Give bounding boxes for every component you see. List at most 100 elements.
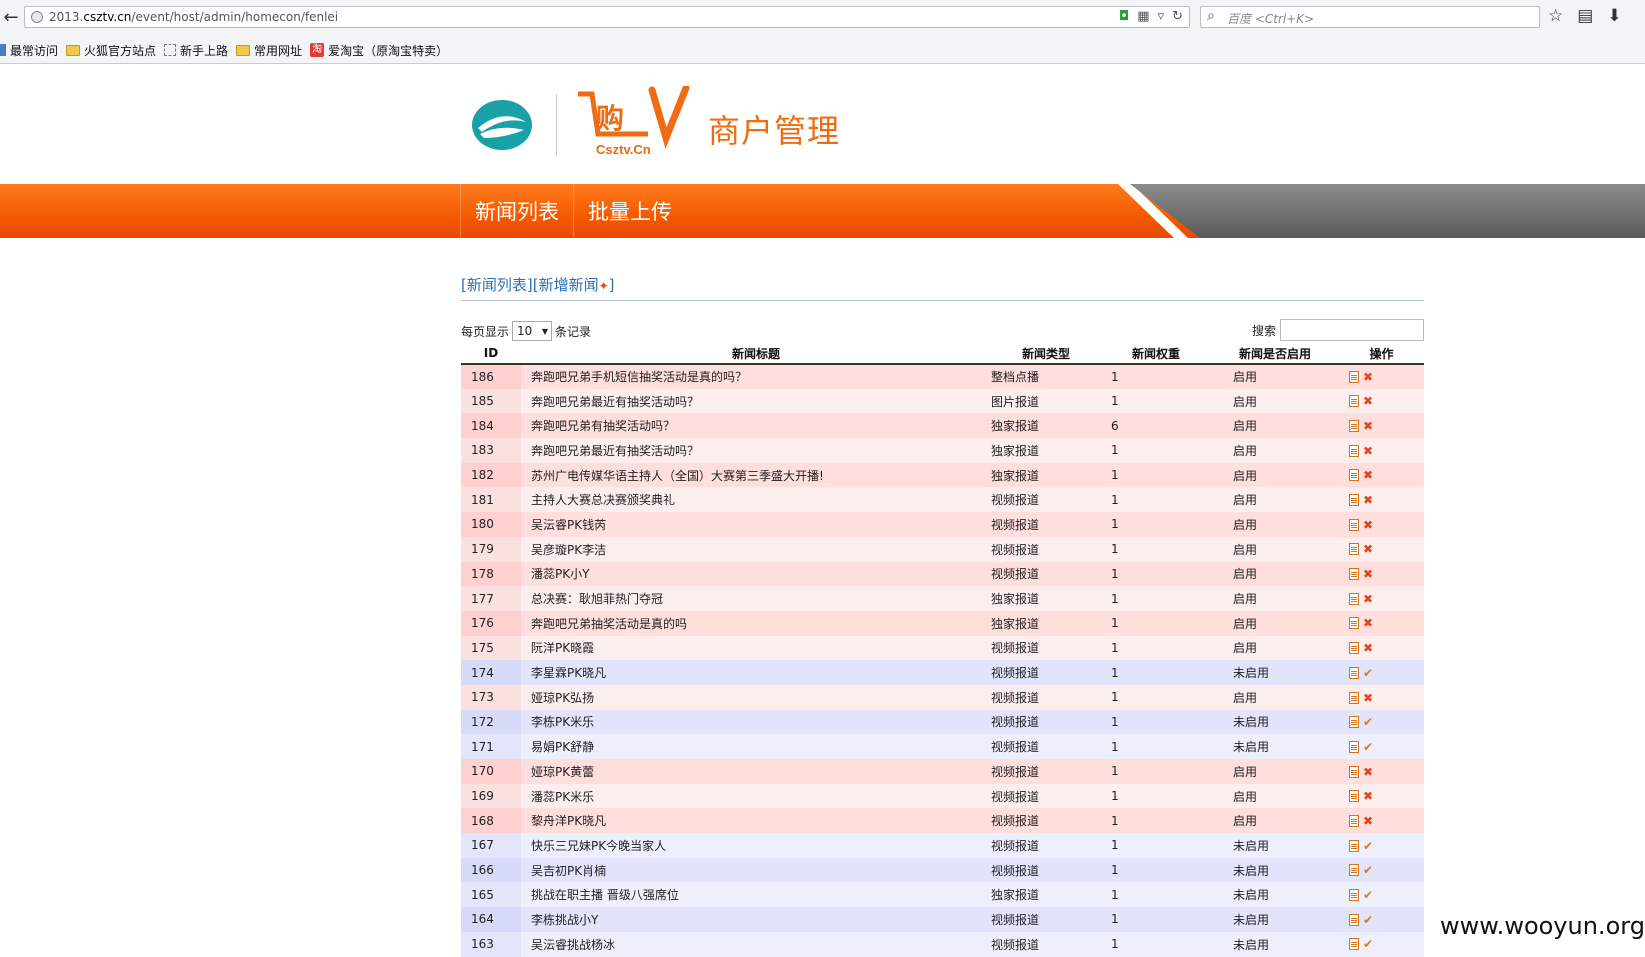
bookmark-common-sites[interactable]: 常用网址 — [236, 42, 302, 59]
bookmark-most-visited[interactable]: 最常访问 — [0, 42, 58, 59]
bookmark-aitaobao[interactable]: 淘爱淘宝（原淘宝特卖） — [310, 42, 448, 59]
disable-x-icon[interactable]: ✖ — [1363, 814, 1375, 828]
cell-title[interactable]: 潘蕊PK小Y — [521, 561, 991, 587]
cell-title[interactable]: 娅琼PK黄蕾 — [521, 759, 991, 784]
edit-icon[interactable] — [1349, 889, 1359, 902]
edit-icon[interactable] — [1349, 790, 1359, 803]
disable-x-icon[interactable]: ✖ — [1363, 789, 1375, 803]
cell-title[interactable]: 吴彦璇PK李洁 — [521, 536, 991, 562]
disable-x-icon[interactable]: ✖ — [1363, 518, 1375, 532]
disable-x-icon[interactable]: ✖ — [1363, 394, 1375, 408]
disable-x-icon[interactable]: ✖ — [1363, 444, 1375, 458]
disable-x-icon[interactable]: ✖ — [1363, 691, 1375, 705]
disable-x-icon[interactable]: ✖ — [1363, 468, 1375, 482]
edit-icon[interactable] — [1349, 494, 1359, 507]
edit-icon[interactable] — [1349, 419, 1359, 432]
url-text[interactable]: 2013.csztv.cn/event/host/admin/homecon/f… — [49, 10, 338, 24]
cell-title[interactable]: 易娟PK舒静 — [521, 734, 991, 759]
back-arrow-icon[interactable]: ← — [0, 5, 22, 29]
enable-check-icon[interactable]: ✔ — [1363, 839, 1375, 853]
edit-icon[interactable] — [1349, 814, 1359, 827]
edit-icon[interactable] — [1349, 642, 1359, 655]
cell-title[interactable]: 潘蕊PK米乐 — [521, 783, 991, 809]
cell-title[interactable]: 吴沄睿PK钱芮 — [521, 512, 991, 537]
edit-icon[interactable] — [1349, 839, 1359, 852]
disable-x-icon[interactable]: ✖ — [1363, 419, 1375, 433]
edit-icon[interactable] — [1349, 617, 1359, 630]
cell-title[interactable]: 总决赛：耿旭菲热门夺冠 — [521, 586, 991, 611]
cell-title[interactable]: 奔跑吧兄弟抽奖活动是真的吗 — [521, 610, 991, 636]
edit-icon[interactable] — [1349, 864, 1359, 877]
edit-icon[interactable] — [1349, 740, 1359, 753]
browser-search-input[interactable]: ⌕ 百度 <Ctrl+K> — [1200, 6, 1540, 28]
cell-title[interactable]: 苏州广电传媒华语主持人（全国）大赛第三季盛大开播! — [521, 462, 991, 488]
url-field[interactable]: 2013.csztv.cn/event/host/admin/homecon/f… — [24, 6, 1190, 28]
col-id[interactable]: ID — [461, 343, 521, 365]
enable-check-icon[interactable]: ✔ — [1363, 863, 1375, 877]
page-length-select[interactable]: 10 ▼ — [512, 321, 553, 341]
col-weight[interactable]: 新闻权重 — [1101, 343, 1211, 365]
disable-x-icon[interactable]: ✖ — [1363, 567, 1375, 581]
edit-icon[interactable] — [1349, 691, 1359, 704]
disable-x-icon[interactable]: ✖ — [1363, 592, 1375, 606]
col-title[interactable]: 新闻标题 — [521, 343, 991, 365]
cell-title[interactable]: 李栋PK米乐 — [521, 709, 991, 735]
disable-x-icon[interactable]: ✖ — [1363, 641, 1375, 655]
cell-title[interactable]: 奔跑吧兄弟最近有抽奖活动吗？ — [521, 388, 991, 414]
edit-icon[interactable] — [1349, 716, 1359, 729]
cell-title[interactable]: 阮洋PK晓霞 — [521, 635, 991, 661]
enable-check-icon[interactable]: ✔ — [1363, 937, 1375, 951]
nav-news-list[interactable]: 新闻列表 — [460, 184, 573, 238]
cell-title[interactable]: 黎舟洋PK晓凡 — [521, 808, 991, 834]
cell-title[interactable]: 挑战在职主播 晋级八强席位 — [521, 882, 991, 908]
edit-icon[interactable] — [1349, 543, 1359, 556]
edit-icon[interactable] — [1349, 395, 1359, 408]
cell-title[interactable]: 奔跑吧兄弟手机短信抽奖活动是真的吗？ — [521, 364, 991, 389]
enable-check-icon[interactable]: ✔ — [1363, 666, 1375, 680]
edit-icon[interactable] — [1349, 913, 1359, 926]
edit-icon[interactable] — [1349, 592, 1359, 605]
edit-icon[interactable] — [1349, 444, 1359, 457]
col-type[interactable]: 新闻类型 — [991, 343, 1101, 365]
enable-check-icon[interactable]: ✔ — [1363, 888, 1375, 902]
bookmark-firefox-site[interactable]: 火狐官方站点 — [66, 42, 156, 59]
cell-title[interactable]: 吴沄睿挑战杨冰 — [521, 931, 991, 957]
enable-check-icon[interactable]: ✔ — [1363, 913, 1375, 927]
cell-title[interactable]: 李星霖PK晓凡 — [521, 660, 991, 685]
cell-title[interactable]: 娅琼PK弘扬 — [521, 684, 991, 710]
nav-batch-upload[interactable]: 批量上传 — [573, 184, 686, 238]
table-search-input[interactable] — [1280, 319, 1424, 341]
reload-icon[interactable]: ↻ — [1172, 9, 1183, 24]
cell-title[interactable]: 李栋挑战小Y — [521, 907, 991, 932]
shield-icon[interactable]: ◘ — [1119, 9, 1129, 24]
disable-x-icon[interactable]: ✖ — [1363, 765, 1375, 779]
enable-check-icon[interactable]: ✔ — [1363, 740, 1375, 754]
disable-x-icon[interactable]: ✖ — [1363, 616, 1375, 630]
cell-title[interactable]: 奔跑吧兄弟有抽奖活动吗？ — [521, 413, 991, 439]
bookmarks-list-icon[interactable]: ▤ — [1577, 6, 1593, 26]
cell-title[interactable]: 奔跑吧兄弟最近有抽奖活动吗？ — [521, 438, 991, 463]
bookmark-star-icon[interactable]: ☆ — [1548, 6, 1563, 26]
download-icon[interactable]: ⬇ — [1607, 6, 1621, 26]
qr-code-icon[interactable]: ▦ — [1137, 9, 1149, 24]
cell-title[interactable]: 快乐三兄妹PK今晚当家人 — [521, 833, 991, 858]
disable-x-icon[interactable]: ✖ — [1363, 542, 1375, 556]
disable-x-icon[interactable]: ✖ — [1363, 370, 1375, 384]
edit-icon[interactable] — [1349, 518, 1359, 531]
enable-check-icon[interactable]: ✔ — [1363, 715, 1375, 729]
news-list-link[interactable]: [新闻列表] — [461, 276, 533, 294]
edit-icon[interactable] — [1349, 938, 1359, 951]
dropdown-icon[interactable]: ▿ — [1158, 9, 1165, 24]
add-news-link[interactable]: [新增新闻✦] — [533, 276, 615, 294]
cell-title[interactable]: 吴吉初PK肖楠 — [521, 857, 991, 883]
edit-icon[interactable] — [1349, 568, 1359, 581]
edit-icon[interactable] — [1349, 371, 1359, 384]
edit-icon[interactable] — [1349, 765, 1359, 778]
col-enabled[interactable]: 新闻是否启用 — [1211, 343, 1339, 365]
disable-x-icon[interactable]: ✖ — [1363, 493, 1375, 507]
edit-icon[interactable] — [1349, 666, 1359, 679]
edit-icon[interactable] — [1349, 469, 1359, 482]
table-row: 176 奔跑吧兄弟抽奖活动是真的吗 独家报道 1 启用 ✖ — [461, 610, 1424, 636]
cell-title[interactable]: 主持人大赛总决赛颁奖典礼 — [521, 487, 991, 513]
bookmark-getting-started[interactable]: 新手上路 — [164, 42, 228, 59]
